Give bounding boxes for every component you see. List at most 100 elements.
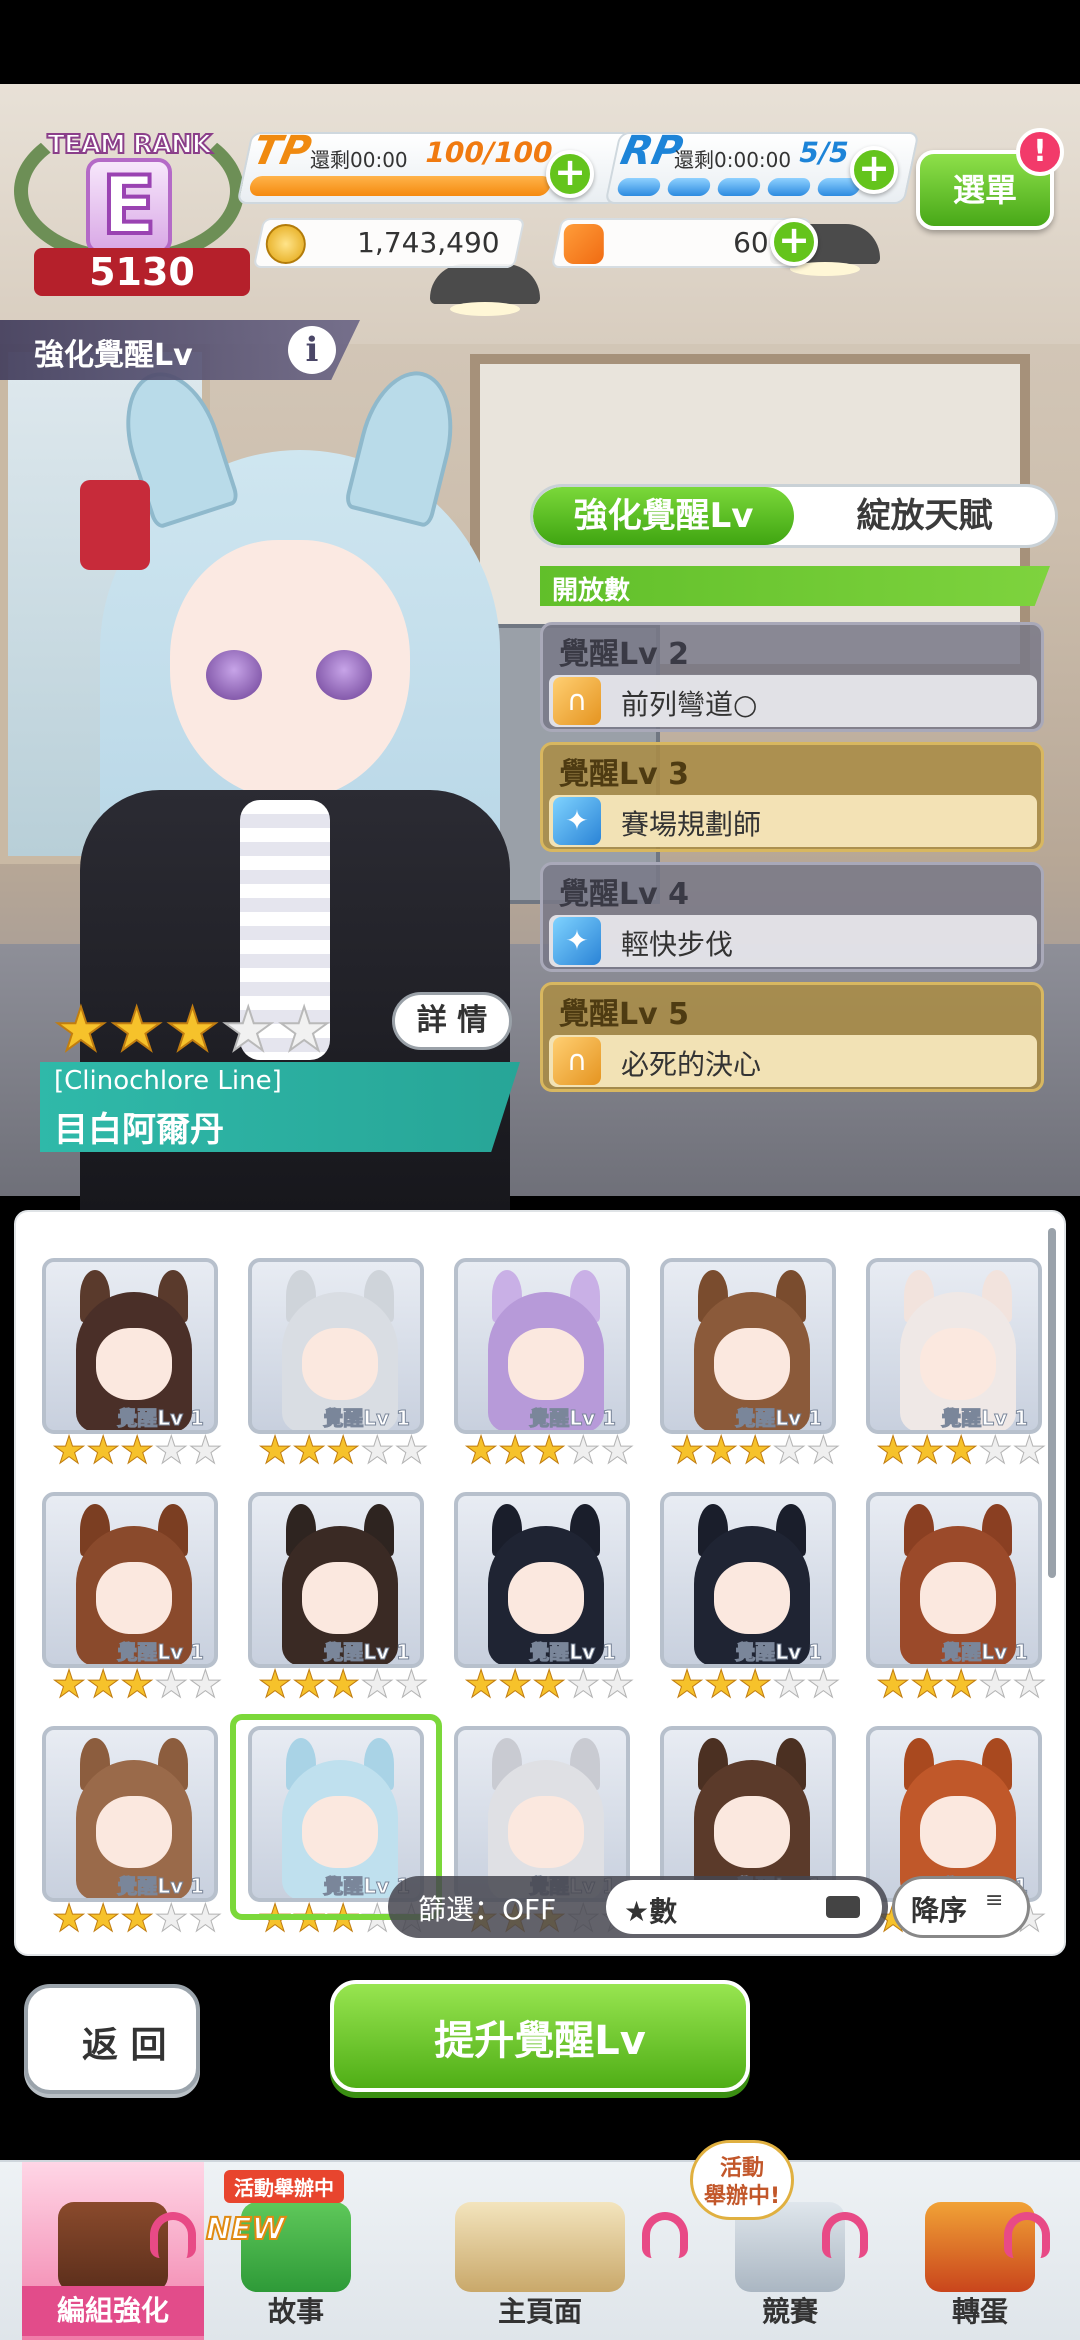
rp-pill	[716, 178, 762, 196]
star-filled-icon: ★	[257, 1428, 293, 1472]
awakening-level-label: 覺醒Lv 1	[529, 1640, 617, 1665]
roster-card[interactable]: 覺醒Lv 1★★★★★	[660, 1492, 841, 1714]
horseshoe-skill-icon: ∩	[553, 1037, 601, 1085]
raise-awakening-button[interactable]: 提升覺醒Lv	[330, 1980, 750, 2092]
filter-bar[interactable]: 篩選：OFF ★數	[388, 1876, 888, 1938]
nav-home[interactable]: 主頁面	[400, 2162, 680, 2340]
roster-card[interactable]: 覺醒Lv 1★★★★★	[42, 1258, 223, 1480]
awakening-card-lv2[interactable]: 覺醒Lv 2 ∩ 前列彎道○	[540, 622, 1044, 732]
rp-timer: 還剩0:00:00	[674, 148, 792, 172]
card-star-rating: ★★★★★	[257, 1662, 429, 1706]
tp-add-button[interactable]: +	[546, 150, 594, 198]
roster-card[interactable]: 覺醒Lv 1★★★★★	[248, 1492, 429, 1714]
star-filled-icon: ★	[326, 1428, 361, 1472]
raise-awakening-label: 提升覺醒Lv	[434, 2018, 646, 2064]
back-button[interactable]: 返 回	[24, 1984, 200, 2094]
star-filled-icon: ★	[498, 1662, 533, 1706]
star-filled-icon: ★	[51, 1662, 87, 1706]
team-rank-letter: E	[86, 158, 172, 254]
character-portrait: 覺醒Lv 1	[660, 1492, 836, 1668]
star-empty-icon: ★	[978, 1428, 1013, 1472]
skill-name: 輕快步伐	[621, 928, 734, 961]
star-filled-icon: ★	[165, 995, 221, 1065]
ceiling-lamp	[430, 264, 540, 316]
roster-card[interactable]: 覺醒Lv 1★★★★★	[42, 1726, 223, 1948]
card-star-rating: ★★★★★	[669, 1662, 841, 1706]
character-nameplate: [Clinochlore Line] 目白阿爾丹	[40, 1062, 520, 1152]
character-portrait: 覺醒Lv 1	[454, 1258, 630, 1434]
star-empty-icon: ★	[600, 1428, 635, 1472]
star-filled-icon: ★	[109, 995, 165, 1065]
horseshoe-icon	[642, 2212, 688, 2258]
awakening-level-label: 覺醒Lv 1	[117, 1874, 205, 1899]
info-icon[interactable]: i	[288, 326, 336, 374]
awakening-card-lv3[interactable]: 覺醒Lv 3 ✦ 賽場規劃師	[540, 742, 1044, 852]
star-empty-icon: ★	[188, 1428, 223, 1472]
star-filled-icon: ★	[86, 1428, 121, 1472]
awakening-card-lv5[interactable]: 覺醒Lv 5 ∩ 必死的決心	[540, 982, 1044, 1092]
roster-card[interactable]: 覺醒Lv 1★★★★★	[248, 1258, 429, 1480]
card-star-rating: ★★★★★	[875, 1428, 1046, 1472]
carrot-add-button[interactable]: +	[770, 218, 818, 266]
star-empty-icon: ★	[154, 1662, 189, 1706]
star-filled-icon: ★	[86, 1662, 121, 1706]
detail-button[interactable]: 詳 情	[392, 992, 512, 1050]
roster-card[interactable]: 覺醒Lv 1★★★★★	[454, 1258, 635, 1480]
rp-pill	[766, 178, 812, 196]
awakening-card-lv4[interactable]: 覺醒Lv 4 ✦ 輕快步伐	[540, 862, 1044, 972]
skill-row: ✦ 輕快步伐	[549, 915, 1037, 967]
carrot-icon	[563, 224, 604, 264]
star-filled-icon: ★	[120, 1896, 155, 1940]
character-outfit: [Clinochlore Line]	[54, 1066, 282, 1096]
star-filled-icon: ★	[944, 1428, 979, 1472]
rp-add-button[interactable]: +	[850, 146, 898, 194]
star-filled-icon: ★	[86, 1896, 121, 1940]
roster-card[interactable]: 覺醒Lv 1★★★★★	[454, 1492, 635, 1714]
sort-label: ★數	[624, 1895, 678, 1928]
character-portrait: 覺醒Lv 1	[660, 1258, 836, 1434]
team-rank-badge[interactable]: TEAM RANK E 5130	[14, 96, 250, 296]
event-bubble-line1: 活動	[719, 2156, 764, 2181]
star-filled-icon: ★	[120, 1662, 155, 1706]
horseshoe-icon	[150, 2212, 196, 2258]
rp-pill	[666, 178, 712, 196]
character-ear-right	[343, 361, 467, 529]
card-star-rating: ★★★★★	[463, 1428, 635, 1472]
roster-card[interactable]: 覺醒Lv 1★★★★★	[660, 1258, 841, 1480]
character-name: 目白阿爾丹	[54, 1110, 224, 1150]
event-tag: 活動舉辦中	[224, 2170, 344, 2203]
money-display: 1,743,490	[252, 218, 526, 268]
star-empty-icon: ★	[394, 1662, 429, 1706]
open-count-header: 開放數	[540, 566, 1050, 606]
nav-label: 編組強化	[22, 2286, 204, 2336]
rp-pills	[616, 178, 862, 196]
roster-card[interactable]: 覺醒Lv 1★★★★★	[42, 1492, 223, 1714]
coin-icon	[265, 224, 306, 264]
roster-card[interactable]: 覺醒Lv 1★★★★★	[866, 1258, 1047, 1480]
star-empty-icon: ★	[220, 995, 276, 1065]
tab-enhance-awakening[interactable]: 強化覺醒Lv	[533, 487, 794, 545]
sort-field[interactable]: ★數	[606, 1880, 882, 1934]
skill-name: 前列彎道○	[621, 688, 758, 721]
star-empty-icon: ★	[772, 1662, 807, 1706]
roster-card[interactable]: 覺醒Lv 1★★★★★	[866, 1492, 1047, 1714]
team-rank-score: 5130	[34, 248, 250, 296]
tab-bloom-talent[interactable]: 綻放天賦	[794, 487, 1055, 545]
star-empty-icon: ★	[978, 1662, 1013, 1706]
skill-name: 必死的決心	[621, 1048, 762, 1081]
star-filled-icon: ★	[463, 1428, 499, 1472]
skill-row: ✦ 賽場規劃師	[549, 795, 1037, 847]
star-empty-icon: ★	[806, 1662, 841, 1706]
roster-scrollbar[interactable]	[1048, 1228, 1056, 1578]
character-portrait: 覺醒Lv 1	[42, 1492, 218, 1668]
awakening-level-label: 覺醒Lv 1	[323, 1640, 411, 1665]
star-filled-icon: ★	[53, 995, 109, 1065]
sort-order-button[interactable]: 降序 ≡	[892, 1876, 1030, 1938]
back-label: 返 回	[82, 2025, 167, 2066]
card-star-rating: ★★★★★	[669, 1430, 840, 1471]
filter-toggle[interactable]: 篩選：OFF	[418, 1888, 556, 1928]
star-empty-icon: ★	[154, 1428, 189, 1472]
awakening-level-label: 覺醒Lv 1	[941, 1640, 1029, 1665]
star-filled-icon: ★	[120, 1428, 155, 1472]
awakening-level-label: 覺醒Lv 1	[941, 1406, 1029, 1431]
